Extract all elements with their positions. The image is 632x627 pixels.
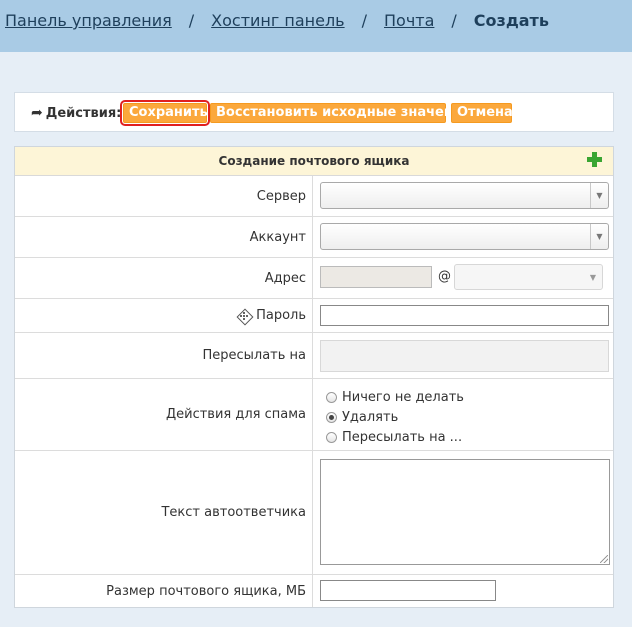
password-label: Пароль	[15, 299, 313, 332]
radio-label: Ничего не делать	[342, 389, 464, 405]
account-row: Аккаунт ▼	[15, 217, 613, 258]
radio-button-selected[interactable]	[326, 411, 337, 423]
spam-option-nothing[interactable]: Ничего не делать	[326, 387, 464, 407]
forward-row: Пересылать на	[15, 333, 613, 379]
radio-button[interactable]	[326, 431, 337, 443]
account-select[interactable]: ▼	[320, 223, 609, 250]
create-mailbox-form: Создание почтового ящика Сервер ▼ Аккаун…	[14, 146, 614, 608]
restore-defaults-button[interactable]: Восстановить исходные значения	[210, 103, 470, 123]
spam-option-forward[interactable]: Пересылать на ...	[326, 427, 464, 447]
actions-bar: ➦ Действия: Сохранить Восстановить исходн…	[14, 92, 614, 132]
spam-option-delete[interactable]: Удалять	[326, 407, 464, 427]
chevron-down-icon: ▼	[590, 183, 608, 208]
spam-label: Действия для спама	[15, 379, 313, 450]
breadcrumb-separator: /	[451, 11, 457, 30]
spam-row: Действия для спама Ничего не делать Удал…	[15, 379, 613, 451]
size-row: Размер почтового ящика, МБ	[15, 575, 613, 607]
forward-input[interactable]	[320, 340, 609, 372]
breadcrumb-hosting-panel[interactable]: Хостинг панель	[211, 11, 344, 30]
address-row: Адрес @ ▼	[15, 258, 613, 299]
top-bar: Панель управления / Хостинг панель / Почта / С…	[0, 0, 632, 52]
cancel-button[interactable]: Отмена	[451, 103, 513, 123]
mailbox-size-input[interactable]	[320, 580, 496, 601]
password-row: Пароль	[15, 299, 613, 333]
form-header: Создание почтового ящика	[15, 147, 613, 176]
autoreply-label: Текст автоответчика	[15, 451, 313, 574]
spam-radio-group: Ничего не делать Удалять Пересылать на .…	[326, 387, 464, 447]
breadcrumb-control-panel[interactable]: Панель управления	[5, 11, 172, 30]
breadcrumb-separator: /	[361, 11, 367, 30]
chevron-down-icon: ▼	[589, 273, 596, 282]
save-button[interactable]: Сохранить	[120, 100, 210, 126]
server-row: Сервер ▼	[15, 176, 613, 217]
radio-label: Пересылать на ...	[342, 429, 463, 445]
address-label: Адрес	[15, 258, 313, 298]
address-domain-select[interactable]: ▼	[454, 264, 603, 290]
size-label: Размер почтового ящика, МБ	[15, 575, 313, 607]
form-title: Создание почтового ящика	[218, 154, 410, 168]
share-arrow-icon: ➦	[31, 105, 43, 121]
at-sign: @	[438, 269, 451, 284]
radio-label: Удалять	[342, 409, 399, 425]
resize-handle-icon[interactable]	[600, 555, 608, 563]
actions-label: ➦ Действия:	[31, 105, 121, 121]
autoreply-row: Текст автоответчика	[15, 451, 613, 575]
password-label-text: Пароль	[256, 308, 306, 323]
account-label: Аккаунт	[15, 217, 313, 257]
radio-button[interactable]	[326, 391, 337, 403]
breadcrumb-mail[interactable]: Почта	[384, 11, 434, 30]
dice-icon[interactable]	[238, 310, 250, 322]
server-label: Сервер	[15, 176, 313, 216]
server-select[interactable]: ▼	[320, 182, 609, 209]
chevron-down-icon: ▼	[590, 224, 608, 249]
actions-label-text: Действия:	[45, 106, 122, 121]
breadcrumb-current: Создать	[473, 11, 549, 30]
breadcrumb-separator: /	[188, 11, 195, 30]
breadcrumb: Панель управления / Хостинг панель / Почта / С…	[5, 11, 549, 30]
autoreply-textarea[interactable]	[320, 459, 610, 565]
plus-icon[interactable]	[587, 152, 602, 167]
address-local-input[interactable]	[320, 266, 432, 288]
password-input[interactable]	[320, 305, 609, 326]
forward-label: Пересылать на	[15, 333, 313, 378]
